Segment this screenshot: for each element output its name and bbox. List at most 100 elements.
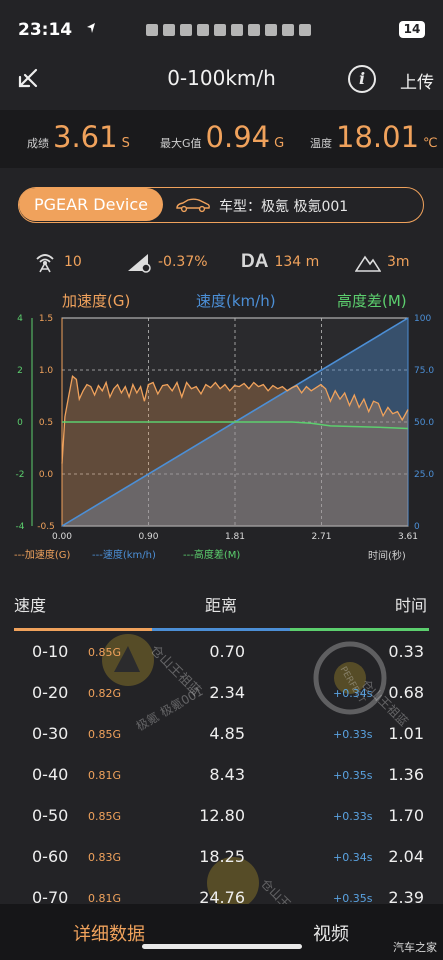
legend-height: 高度差(M): [337, 292, 407, 310]
metrics-row: 10 -0.37% DA 134 m 3m: [0, 248, 443, 278]
maxg-value: 0.94: [205, 120, 271, 154]
time-tick-label: 3.61: [398, 532, 418, 542]
score-cell: 成绩 3.61 S: [27, 120, 130, 154]
temp-unit: ℃: [423, 136, 438, 151]
accel-tick-label: 0.5: [39, 418, 53, 428]
row-speed: 0-10: [32, 642, 69, 661]
row-distance: 2.34: [209, 683, 245, 702]
satellites-metric: 10: [32, 251, 82, 273]
row-g: 0.82G: [88, 687, 122, 700]
row-time: 1.01: [388, 724, 424, 743]
slope-metric: -0.37%: [126, 251, 208, 273]
row-time: 0.68: [388, 683, 424, 702]
accel-tick-label: 1.5: [39, 314, 53, 324]
row-g: 0.81G: [88, 769, 122, 782]
maxg-unit: G: [274, 136, 285, 151]
time-axis-label: 时间(秒): [368, 551, 406, 562]
score-unit: S: [121, 136, 130, 151]
accel-tick-label: 1.0: [39, 366, 54, 376]
row-delta: +0.34s: [333, 851, 373, 864]
tab-video[interactable]: 视频: [313, 920, 349, 946]
row-time: 1.36: [388, 765, 424, 784]
table-row: 0-60 0.83G 18.25 +0.34s 2.04: [0, 837, 443, 878]
status-bar: 23:14 14: [0, 0, 443, 60]
acceleration-chart: 4 2 0 -2 -4 1.5 1.0 0.5 0.0 -0.5 100 75.0 50.0 25.0 0 0…: [0, 310, 443, 575]
altitude-value: 3m: [387, 254, 410, 270]
score-value: 3.61: [53, 120, 118, 154]
bottom-nav: 详细数据 视频 汽车之家: [0, 904, 443, 960]
upload-button[interactable]: 上传: [400, 68, 434, 93]
home-indicator: [142, 944, 302, 949]
height-tick-label: -2: [16, 470, 25, 480]
height-tick-label: 0: [17, 418, 23, 428]
chart-canvas: 4 2 0 -2 -4 1.5 1.0 0.5 0.0 -0.5 100 75.0 50.0 25.0 0 0…: [16, 314, 435, 542]
row-distance: 4.85: [209, 724, 245, 743]
row-distance: 0.70: [209, 642, 245, 661]
maxg-label: 最大G值: [160, 137, 202, 150]
satellites-value: 10: [64, 254, 82, 270]
table-header: 速度 距离 时间: [0, 590, 443, 624]
page-title: 0-100km/h: [167, 66, 276, 90]
signal-icon: [146, 24, 158, 36]
table-row: 0-40 0.81G 8.43 +0.35s 1.36: [0, 755, 443, 796]
table-row: 0-50 0.85G 12.80 +0.33s 1.70: [0, 796, 443, 837]
tab-details[interactable]: 详细数据: [73, 920, 145, 946]
row-speed: 0-40: [32, 765, 69, 784]
header-bar-time: [290, 628, 429, 631]
info-button[interactable]: i: [348, 65, 376, 93]
time-tick-label: 0.90: [138, 532, 158, 542]
da-metric: DA 134 m: [241, 251, 319, 273]
row-time: 0.33: [388, 642, 424, 661]
da-value: 134 m: [274, 254, 320, 270]
status-icons: [146, 22, 311, 38]
header-speed: 速度: [14, 596, 47, 615]
row-delta: +0.33s: [333, 728, 373, 741]
accel-tick-label: -0.5: [37, 522, 55, 532]
row-time: 2.04: [388, 847, 424, 866]
device-bar: PGEAR Device 车型：极氪 极氪001: [18, 187, 424, 223]
row-speed: 0-30: [32, 724, 69, 743]
temp-label: 温度: [310, 137, 332, 150]
nfc-icon: [231, 24, 243, 36]
device-button[interactable]: PGEAR Device: [19, 188, 163, 221]
row-delta: +0.35s: [333, 769, 373, 782]
wifi-icon: [299, 24, 311, 36]
row-distance: 18.25: [199, 847, 245, 866]
app-icon: [214, 24, 226, 36]
speed-tick-label: 25.0: [414, 470, 434, 480]
time-tick-label: 0.00: [52, 532, 72, 542]
wifi-icon: [180, 24, 192, 36]
height-tick-label: 2: [17, 366, 23, 376]
maxg-cell: 最大G值 0.94 G: [160, 120, 284, 154]
accel-tick-label: 0.0: [39, 470, 54, 480]
app-header: 0-100km/h i 上传: [0, 60, 443, 104]
header-time: 时间: [395, 596, 428, 615]
time-tick-label: 2.71: [311, 532, 331, 542]
app-icon: [197, 24, 209, 36]
altitude-metric: 3m: [355, 251, 410, 273]
speed-tick-label: 75.0: [414, 366, 434, 376]
row-g: 0.85G: [88, 810, 122, 823]
score-label: 成绩: [27, 137, 49, 150]
row-g: 0.83G: [88, 851, 122, 864]
signal-icon: [163, 24, 175, 36]
vibrate-icon: [265, 24, 277, 36]
temp-cell: 温度 18.01 ℃: [310, 120, 438, 154]
mountain-icon: [355, 255, 381, 272]
battery-icon: 14: [399, 21, 425, 38]
speed-tick-label: 0: [414, 522, 420, 532]
da-label: DA: [241, 251, 269, 272]
row-speed: 0-50: [32, 806, 69, 825]
car-icon: [176, 198, 210, 213]
header-distance: 距离: [205, 596, 238, 615]
table-row: 0-30 0.85G 4.85 +0.33s 1.01: [0, 714, 443, 755]
speed-tick-label: 50.0: [414, 418, 434, 428]
row-g: 0.85G: [88, 646, 122, 659]
signal-icon: [282, 24, 294, 36]
row-speed: 0-60: [32, 847, 69, 866]
brand-watermark: 汽车之家: [393, 941, 437, 954]
results-summary: 成绩 3.61 S 最大G值 0.94 G 温度 18.01 ℃: [0, 110, 443, 168]
row-speed: 0-20: [32, 683, 69, 702]
legend-accel: 加速度(G): [62, 292, 131, 310]
speed-tick-label: 100: [414, 314, 431, 324]
